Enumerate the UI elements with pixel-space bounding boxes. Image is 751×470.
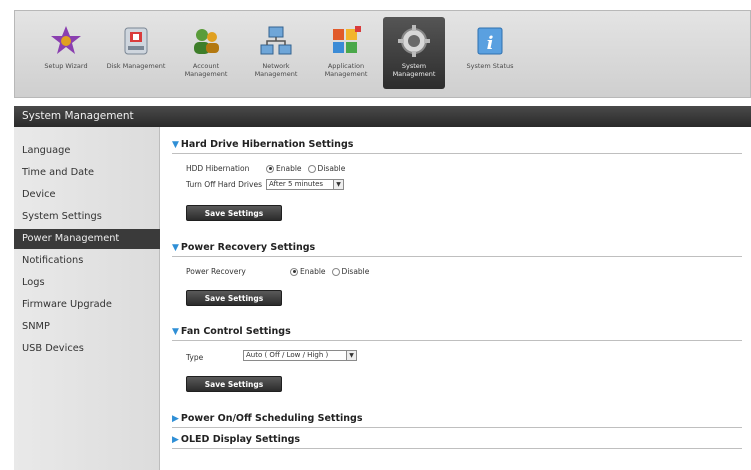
scheduling-section-title[interactable]: ▶ Power On/Off Scheduling Settings bbox=[172, 413, 362, 424]
sidebar: Language Time and Date Device System Set… bbox=[14, 127, 160, 470]
divider bbox=[172, 153, 742, 154]
fan-control-save-button[interactable]: Save Settings bbox=[186, 376, 282, 392]
fan-type-label: Type bbox=[186, 353, 204, 362]
power-recovery-disable-radio[interactable] bbox=[331, 267, 340, 276]
nav-account-management[interactable]: Account Management bbox=[175, 17, 237, 89]
sidebar-item-system-settings[interactable]: System Settings bbox=[14, 207, 160, 227]
nav-system-management[interactable]: System Management bbox=[383, 17, 445, 89]
power-recovery-section-title[interactable]: ▼ Power Recovery Settings bbox=[172, 242, 315, 253]
power-recovery-radios: Enable Disable bbox=[290, 267, 375, 276]
users-icon bbox=[188, 23, 224, 59]
turn-off-hard-drives-select[interactable]: After 5 minutes ▼ bbox=[266, 179, 344, 190]
nav-application-management[interactable]: Application Management bbox=[315, 17, 377, 89]
sidebar-item-time-and-date[interactable]: Time and Date bbox=[14, 163, 160, 183]
power-recovery-enable-radio[interactable] bbox=[290, 267, 298, 276]
divider bbox=[172, 448, 742, 449]
divider bbox=[172, 340, 742, 341]
hdd-hibernation-enable-radio[interactable] bbox=[266, 164, 274, 173]
sidebar-item-device[interactable]: Device bbox=[14, 185, 160, 205]
apps-icon bbox=[328, 23, 364, 59]
disk-icon bbox=[118, 23, 154, 59]
sidebar-item-language[interactable]: Language bbox=[14, 141, 160, 161]
sidebar-item-firmware-upgrade[interactable]: Firmware Upgrade bbox=[14, 295, 160, 315]
fan-control-section-title[interactable]: ▼ Fan Control Settings bbox=[172, 326, 291, 337]
system-icon bbox=[396, 23, 432, 59]
main-toolbar: Setup Wizard Disk Management Account Man… bbox=[14, 10, 751, 98]
hibernation-save-button[interactable]: Save Settings bbox=[186, 205, 282, 221]
oled-section-title[interactable]: ▶ OLED Display Settings bbox=[172, 434, 300, 445]
nav-disk-management[interactable]: Disk Management bbox=[105, 17, 167, 89]
collapse-triangle-icon: ▼ bbox=[172, 243, 179, 253]
nav-network-management[interactable]: Network Management bbox=[245, 17, 307, 89]
sidebar-item-logs[interactable]: Logs bbox=[14, 273, 160, 293]
info-icon: i bbox=[472, 23, 508, 59]
page-title: System Management bbox=[14, 106, 751, 127]
hibernation-section-title[interactable]: ▼ Hard Drive Hibernation Settings bbox=[172, 139, 353, 150]
nav-setup-wizard[interactable]: Setup Wizard bbox=[35, 17, 97, 89]
power-recovery-save-button[interactable]: Save Settings bbox=[186, 290, 282, 306]
nav-system-status[interactable]: i System Status bbox=[455, 17, 525, 89]
chevron-down-icon: ▼ bbox=[333, 180, 343, 189]
network-icon bbox=[258, 23, 294, 59]
sidebar-item-usb-devices[interactable]: USB Devices bbox=[14, 339, 160, 359]
expand-triangle-icon: ▶ bbox=[172, 435, 179, 445]
divider bbox=[172, 427, 742, 428]
hdd-hibernation-label: HDD Hibernation bbox=[186, 164, 250, 173]
divider bbox=[172, 256, 742, 257]
main-content: ▼ Hard Drive Hibernation Settings HDD Hib… bbox=[160, 127, 751, 470]
chevron-down-icon: ▼ bbox=[346, 351, 356, 360]
sidebar-item-snmp[interactable]: SNMP bbox=[14, 317, 160, 337]
turn-off-hard-drives-label: Turn Off Hard Drives bbox=[186, 180, 262, 189]
power-recovery-label: Power Recovery bbox=[186, 267, 246, 276]
wand-icon bbox=[48, 23, 84, 59]
svg-text:i: i bbox=[487, 33, 494, 54]
sidebar-item-power-management[interactable]: Power Management bbox=[14, 229, 160, 249]
hdd-hibernation-radios: Enable Disable bbox=[266, 164, 351, 173]
collapse-triangle-icon: ▼ bbox=[172, 140, 179, 150]
expand-triangle-icon: ▶ bbox=[172, 414, 179, 424]
fan-type-select[interactable]: Auto ( Off / Low / High ) ▼ bbox=[243, 350, 357, 361]
collapse-triangle-icon: ▼ bbox=[172, 327, 179, 337]
hdd-hibernation-disable-radio[interactable] bbox=[307, 164, 316, 173]
sidebar-item-notifications[interactable]: Notifications bbox=[14, 251, 160, 271]
